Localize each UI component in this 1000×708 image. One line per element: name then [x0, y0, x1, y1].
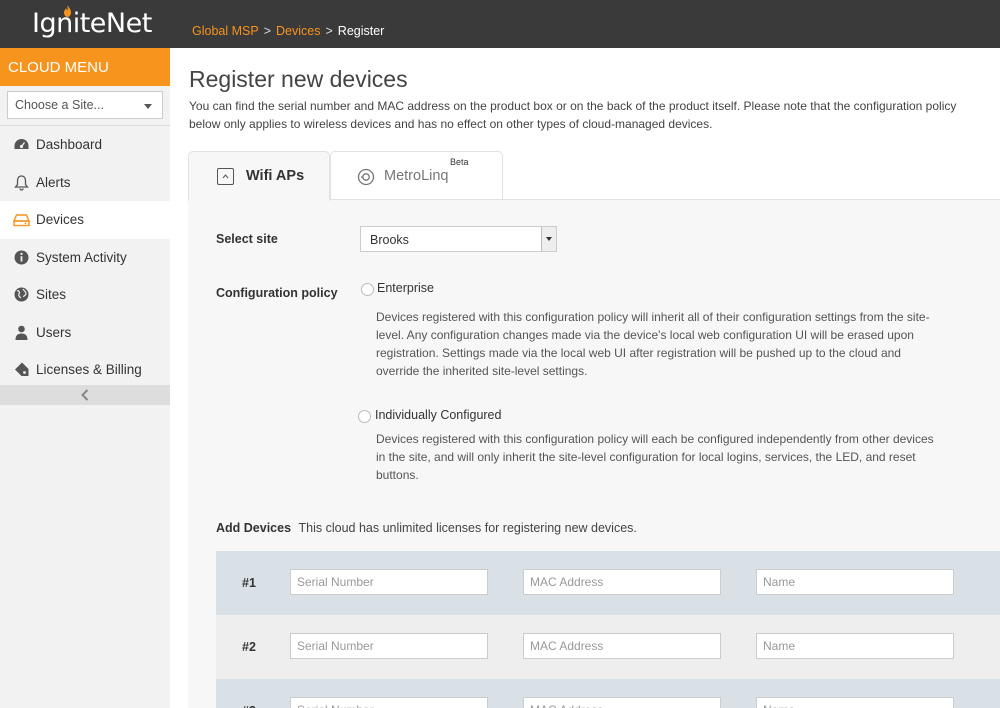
flame-icon [64, 5, 71, 17]
user-icon [12, 323, 30, 341]
sidebar-item-devices[interactable]: Devices [0, 201, 170, 239]
device-row: #2 [216, 615, 1000, 679]
ignitenet-logo[interactable]: IgniteNet [32, 5, 152, 39]
sidebar-item-label: Licenses & Billing [36, 362, 142, 378]
site-select[interactable]: Brooks [360, 226, 557, 252]
mac-address-input[interactable] [523, 569, 721, 595]
sidebar-item-label: Alerts [36, 174, 71, 190]
sidebar-item-system-activity[interactable]: System Activity [0, 239, 170, 277]
page-title: Register new devices [189, 66, 408, 92]
select-site-label: Select site [216, 232, 278, 246]
bell-icon [12, 173, 30, 191]
configuration-policy-label: Configuration policy [216, 286, 338, 300]
sidebar-nav: Dashboard Alerts Devices System Activity… [0, 126, 170, 389]
breadcrumb-separator: > [325, 24, 333, 38]
breadcrumb-register: Register [337, 24, 385, 38]
sidebar-item-dashboard[interactable]: Dashboard [0, 126, 170, 164]
device-row: #1 [216, 551, 1000, 615]
breadcrumb: Global MSP > Devices > Register [192, 24, 384, 38]
tag-icon [12, 361, 30, 379]
chevron-down-icon [144, 104, 152, 109]
tab-label: Wifi APs [246, 168, 305, 184]
add-devices-note: Add Devices This cloud has unlimited lic… [216, 521, 637, 535]
mac-address-input[interactable] [523, 697, 721, 708]
main-content: Register new devices You can find the se… [170, 48, 1000, 708]
sidebar-item-label: Sites [36, 287, 67, 303]
mac-address-input[interactable] [523, 633, 721, 659]
license-note: This cloud has unlimited licenses for re… [298, 521, 637, 535]
chevron-left-icon [81, 389, 89, 401]
serial-number-input[interactable] [290, 633, 488, 659]
beta-badge: Beta [450, 157, 469, 167]
router-icon [12, 211, 30, 229]
breadcrumb-global-msp[interactable]: Global MSP [192, 24, 259, 38]
tab-metrolinq[interactable]: MetroLinq Beta [330, 151, 503, 200]
row-number: #1 [242, 576, 256, 590]
page-description: You can find the serial number and MAC a… [189, 99, 957, 131]
serial-number-input[interactable] [290, 697, 488, 708]
sidebar-item-label: Dashboard [36, 137, 103, 153]
individually-configured-option-description: Devices registered with this configurati… [376, 432, 934, 482]
serial-number-input[interactable] [290, 569, 488, 595]
add-devices-label: Add Devices [216, 521, 292, 535]
chevron-down-icon [541, 227, 556, 251]
enterprise-option-label[interactable]: Enterprise [377, 281, 434, 295]
sidebar-collapse-button[interactable] [0, 385, 170, 405]
individually-configured-radio[interactable] [358, 410, 371, 423]
name-input[interactable] [756, 569, 954, 595]
cloud-menu-header: CLOUD MENU [0, 48, 170, 86]
device-row: #3 [216, 679, 1000, 708]
top-bar: IgniteNet Global MSP > Devices > Register [0, 0, 1000, 48]
row-number: #2 [242, 640, 256, 654]
site-chooser-value: Choose a Site... [15, 98, 104, 112]
dashboard-icon [12, 136, 30, 154]
sidebar-item-label: Devices [36, 212, 85, 228]
metrolinq-icon [357, 168, 375, 189]
breadcrumb-devices[interactable]: Devices [276, 24, 320, 38]
sidebar-item-label: System Activity [36, 249, 127, 265]
site-chooser-select[interactable]: Choose a Site... [7, 91, 163, 119]
breadcrumb-separator: > [263, 24, 272, 38]
sidebar: CLOUD MENU Choose a Site... Dashboard Al… [0, 48, 170, 708]
sidebar-item-alerts[interactable]: Alerts [0, 164, 170, 202]
sidebar-item-licenses-billing[interactable]: Licenses & Billing [0, 351, 170, 389]
sidebar-item-sites[interactable]: Sites [0, 276, 170, 314]
globe-icon [12, 286, 30, 304]
individually-configured-option-label[interactable]: Individually Configured [375, 408, 501, 422]
tab-label: MetroLinq [384, 168, 449, 184]
sidebar-item-label: Users [36, 324, 72, 340]
tab-wifi-aps[interactable]: Wifi APs [188, 151, 330, 201]
sidebar-item-users[interactable]: Users [0, 314, 170, 352]
name-input[interactable] [756, 697, 954, 708]
enterprise-option-description: Devices registered with this configurati… [376, 310, 930, 378]
name-input[interactable] [756, 633, 954, 659]
site-select-value: Brooks [370, 233, 409, 247]
row-number: #3 [242, 704, 256, 708]
info-icon [12, 248, 30, 266]
enterprise-radio[interactable] [361, 283, 374, 296]
access-point-icon [217, 168, 234, 185]
